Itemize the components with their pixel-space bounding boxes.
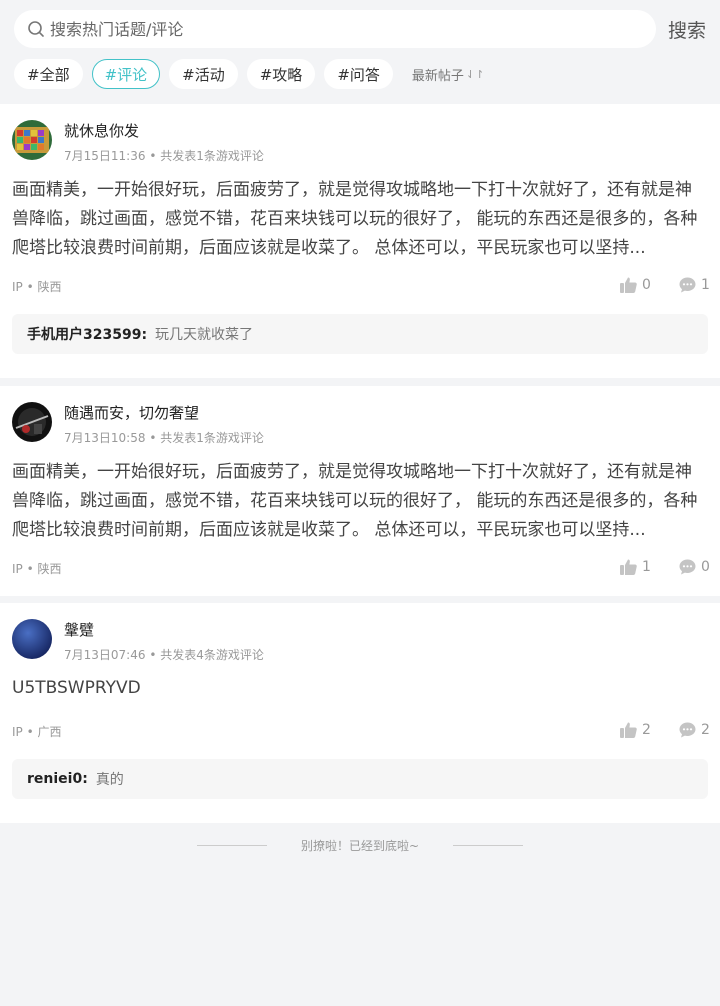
- ip-location: IP • 陕西: [12, 562, 62, 576]
- post-summary: 共发表4条游戏评论: [160, 648, 264, 662]
- thumbs-up-icon: [620, 559, 637, 575]
- search-input[interactable]: [50, 19, 630, 39]
- tag-qa[interactable]: #问答: [324, 59, 393, 89]
- like-button[interactable]: 2: [620, 722, 651, 738]
- reply-preview[interactable]: reniei0: 真的: [12, 759, 708, 799]
- reply-username[interactable]: reniei0:: [27, 771, 88, 787]
- comment-count: 1: [701, 277, 710, 293]
- search-button[interactable]: 搜索: [668, 16, 706, 43]
- comment-button[interactable]: 2: [679, 722, 710, 738]
- post-summary: 共发表1条游戏评论: [160, 149, 264, 163]
- username[interactable]: 随遇而安，切勿奢望: [64, 402, 199, 423]
- avatar[interactable]: [12, 402, 52, 442]
- tag-filter-bar: #全部 #评论 #活动 #攻略 #问答 最新帖子 ⇃↾: [14, 59, 484, 89]
- ip-location: IP • 广西: [12, 725, 62, 739]
- reply-text: 玩几天就收菜了: [155, 327, 254, 343]
- comment-count: 0: [701, 559, 710, 575]
- comment-bubble-icon: [679, 277, 696, 293]
- comment-button[interactable]: 0: [679, 559, 710, 575]
- post-card[interactable]: 就休息你发 7月15日11:36 • 共发表1条游戏评论 画面精美，一开始很好玩…: [0, 104, 720, 378]
- footer-text: 别撩啦！已经到底啦~: [300, 838, 420, 853]
- post-content[interactable]: U5TBSWPRYVD: [12, 674, 708, 703]
- avatar[interactable]: [12, 120, 52, 160]
- post-content[interactable]: 画面精美，一开始很好玩，后面疲劳了，就是觉得攻城略地一下打十次就好了，还有就是神…: [12, 458, 708, 545]
- comment-button[interactable]: 1: [679, 277, 710, 293]
- comment-bubble-icon: [679, 559, 696, 575]
- post-content[interactable]: 画面精美，一开始很好玩，后面疲劳了，就是觉得攻城略地一下打十次就好了，还有就是神…: [12, 176, 708, 263]
- end-of-list-footer: 别撩啦！已经到底啦~: [0, 835, 720, 855]
- post-summary: 共发表1条游戏评论: [160, 431, 264, 445]
- sort-latest-button[interactable]: 最新帖子 ⇃↾: [412, 65, 484, 84]
- post-card[interactable]: 随遇而安，切勿奢望 7月13日10:58 • 共发表1条游戏评论 画面精美，一开…: [0, 386, 720, 596]
- thumbs-up-icon: [620, 277, 637, 293]
- tag-activity[interactable]: #活动: [169, 59, 238, 89]
- sort-arrows-icon: ⇃↾: [465, 67, 485, 81]
- reply-preview[interactable]: 手机用户323599: 玩几天就收菜了: [12, 314, 708, 354]
- like-button[interactable]: 1: [620, 559, 651, 575]
- username[interactable]: 就休息你发: [64, 120, 139, 141]
- top-bar: 搜索 #全部 #评论 #活动 #攻略 #问答 最新帖子 ⇃↾: [0, 0, 720, 104]
- post-meta: 7月13日07:46 • 共发表4条游戏评论: [64, 648, 264, 662]
- tag-guide[interactable]: #攻略: [246, 59, 316, 89]
- post-date: 7月15日11:36: [64, 149, 146, 163]
- tag-review[interactable]: #评论: [91, 59, 161, 89]
- like-count: 1: [642, 559, 651, 575]
- reply-text: 真的: [95, 772, 124, 788]
- like-count: 2: [642, 722, 651, 738]
- post-card[interactable]: 鞶躄 7月13日07:46 • 共发表4条游戏评论 U5TBSWPRYVD IP…: [0, 603, 720, 823]
- avatar[interactable]: [12, 619, 52, 659]
- divider-left: [196, 844, 267, 846]
- post-date: 7月13日10:58: [64, 431, 146, 445]
- like-count: 0: [642, 277, 651, 293]
- sort-label: 最新帖子: [411, 68, 464, 84]
- post-meta: 7月15日11:36 • 共发表1条游戏评论: [64, 149, 264, 163]
- post-meta: 7月13日10:58 • 共发表1条游戏评论: [64, 431, 264, 445]
- search-box[interactable]: [14, 10, 656, 48]
- ip-location: IP • 陕西: [12, 280, 62, 294]
- comment-count: 2: [701, 722, 710, 738]
- reply-username[interactable]: 手机用户323599:: [27, 324, 147, 344]
- divider-right: [453, 844, 524, 846]
- like-button[interactable]: 0: [620, 277, 651, 293]
- post-date: 7月13日07:46: [64, 648, 146, 662]
- tag-all[interactable]: #全部: [14, 59, 83, 89]
- username[interactable]: 鞶躄: [64, 619, 94, 640]
- search-icon: [26, 19, 46, 39]
- thumbs-up-icon: [620, 722, 637, 738]
- comment-bubble-icon: [679, 722, 696, 738]
